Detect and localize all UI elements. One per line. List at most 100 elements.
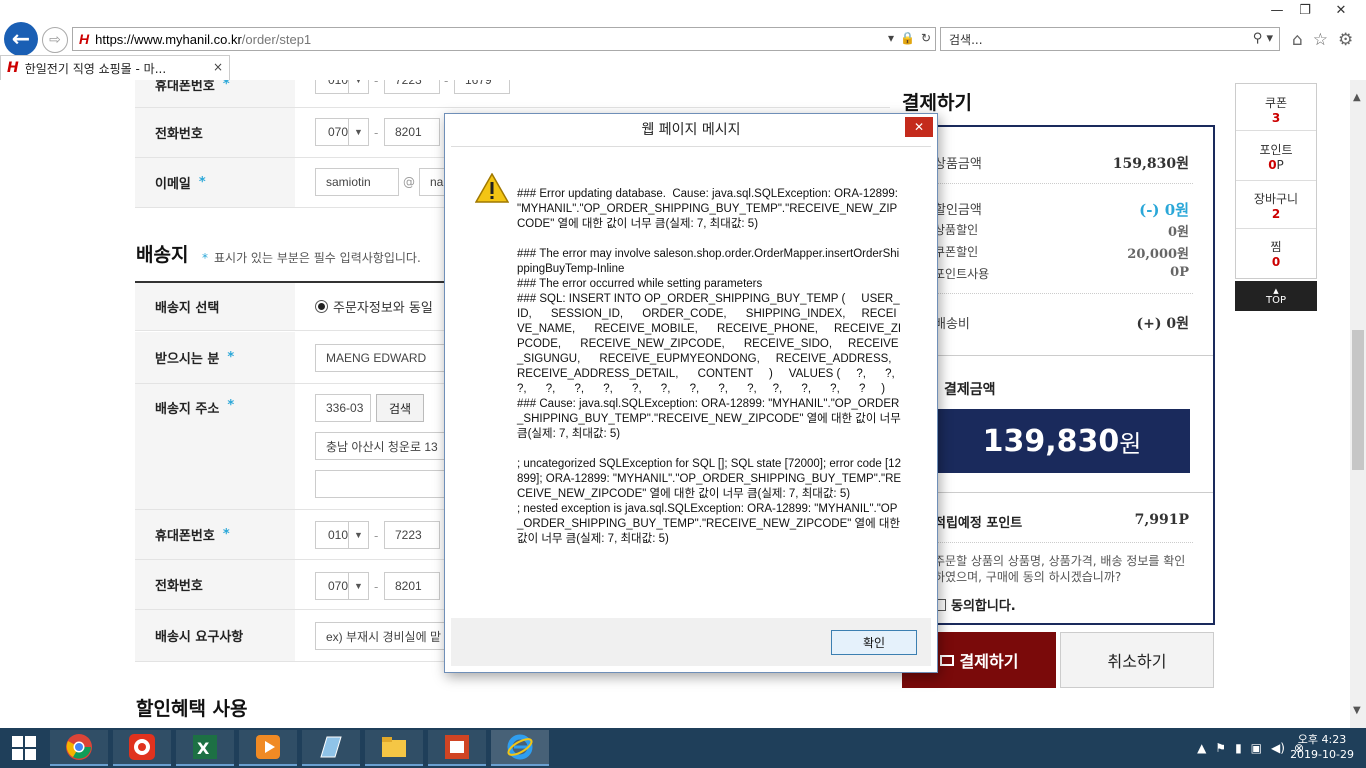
quick-menu: 쿠폰 3 포인트 0P 장바구니 2 찜0 bbox=[1235, 83, 1317, 279]
start-button[interactable] bbox=[0, 728, 48, 768]
windows-logo-icon bbox=[12, 736, 36, 760]
zipcode-search-button[interactable]: 검색 bbox=[376, 394, 424, 422]
same-as-orderer-radio[interactable]: 주문자정보와 동일 bbox=[315, 297, 433, 316]
quick-coupon[interactable]: 쿠폰 3 bbox=[1236, 94, 1316, 125]
email-id-input[interactable]: samiotin bbox=[315, 168, 399, 196]
shipping-phone-prefix-select[interactable]: 070 ▼ bbox=[315, 572, 369, 600]
up-arrow-icon: ▲ bbox=[1273, 286, 1279, 295]
taskbar-excel-icon[interactable]: X bbox=[176, 730, 234, 766]
field-label: 휴대폰번호 * bbox=[135, 80, 295, 107]
system-tray: ▲ ⚑ ▮ ▣ ◀) ⊗ bbox=[1197, 728, 1304, 768]
tab-favicon-icon: H bbox=[7, 60, 19, 76]
url-host: https://www.myhanil.co.kr bbox=[95, 31, 242, 47]
taskbar-messenger-icon[interactable] bbox=[113, 730, 171, 766]
product-discount-label: 상품할인 bbox=[934, 223, 979, 237]
toolbar-icons: ⌂ ☆ ⚙ bbox=[1292, 30, 1353, 50]
quick-cart[interactable]: 장바구니 2 bbox=[1236, 190, 1316, 221]
total-amount-box: 139,830 원 bbox=[934, 409, 1190, 473]
window-close-button[interactable]: ✕ bbox=[1318, 0, 1364, 20]
taskbar-ie-icon[interactable] bbox=[491, 730, 549, 766]
taskbar-media-player-icon[interactable] bbox=[239, 730, 297, 766]
taskbar-file-explorer-icon[interactable] bbox=[365, 730, 423, 766]
orderer-mobile-row: 휴대폰번호 * bbox=[135, 80, 890, 108]
refresh-icon[interactable]: ↻ bbox=[921, 31, 931, 45]
search-input[interactable]: 검색... bbox=[949, 31, 983, 48]
clock-time: 오후 4:23 bbox=[1297, 733, 1347, 746]
orderer-mobile-prefix-select[interactable]: 010 ▼ bbox=[315, 80, 369, 94]
home-icon[interactable]: ⌂ bbox=[1292, 30, 1303, 50]
taskbar-clock[interactable]: 오후 4:23 2019-10-29 bbox=[1290, 732, 1354, 762]
dialog-body: ### Error updating database. Cause: java… bbox=[451, 146, 931, 616]
tray-volume-icon[interactable]: ◀) bbox=[1271, 741, 1285, 755]
address1-input[interactable]: 충남 아산시 청운로 13 bbox=[315, 432, 455, 460]
field-label: 휴대폰번호 * bbox=[135, 510, 295, 559]
search-icon[interactable]: ⚲ ▾ bbox=[1253, 31, 1273, 46]
taskbar-powerpoint-icon[interactable] bbox=[428, 730, 486, 766]
error-dialog: 웹 페이지 메시지 ✕ ### Error updating database.… bbox=[444, 113, 938, 673]
field-label: 배송지 주소 * bbox=[135, 384, 295, 509]
zipcode-input[interactable]: 336-03 bbox=[315, 394, 371, 422]
shipping-phone-middle-input[interactable]: 8201 bbox=[384, 572, 440, 600]
tab-close-icon[interactable]: × bbox=[213, 60, 223, 74]
dialog-close-button[interactable]: ✕ bbox=[905, 117, 933, 137]
orderer-phone-middle-input[interactable]: 8201 bbox=[384, 118, 440, 146]
product-amount: 159,830원 bbox=[1112, 156, 1189, 172]
orderer-mobile-last-input[interactable]: 1679 bbox=[454, 80, 510, 94]
request-input[interactable]: ex) 부재시 경비실에 맡 bbox=[315, 622, 455, 650]
ok-button[interactable]: 확인 bbox=[831, 630, 917, 655]
earn-points-label: 적립예정 포인트 bbox=[934, 516, 1023, 531]
tray-expand-icon[interactable]: ▲ bbox=[1197, 741, 1206, 755]
window-restore-button[interactable]: ❐ bbox=[1292, 0, 1318, 20]
total-amount: 139,830 bbox=[982, 423, 1120, 459]
back-arrow-icon: ← bbox=[11, 26, 31, 52]
page-scrollbar[interactable]: ▲ ▼ bbox=[1350, 80, 1366, 728]
address2-input[interactable] bbox=[315, 470, 455, 498]
discount-amount: (-) 0원 bbox=[1139, 201, 1189, 219]
field-label: 전화번호 bbox=[135, 560, 295, 609]
tray-network-icon[interactable]: ▣ bbox=[1251, 741, 1262, 755]
forward-button[interactable]: ⇨ bbox=[42, 27, 68, 53]
shipping-fee: (+) 0원 bbox=[1136, 316, 1189, 332]
chevron-down-icon: ▼ bbox=[348, 80, 368, 93]
taskbar: X ▲ ⚑ ▮ ▣ ◀) ⊗ 오후 4:23 2019-10-29 bbox=[0, 728, 1366, 768]
dialog-footer: 확인 bbox=[451, 618, 931, 666]
tray-flag-icon[interactable]: ⚑ bbox=[1215, 741, 1226, 755]
point-use-label: 포인트사용 bbox=[934, 267, 990, 281]
receiver-name-input[interactable]: MAENG EDWARD bbox=[315, 344, 455, 372]
chevron-down-icon: ▼ bbox=[348, 573, 368, 599]
product-amount-label: 상품금액 bbox=[934, 157, 982, 172]
window-minimize-button[interactable]: — bbox=[1262, 0, 1292, 20]
dialog-message: ### Error updating database. Cause: java… bbox=[517, 188, 902, 545]
orderer-mobile-middle-input[interactable]: 7223 bbox=[384, 80, 440, 94]
tray-battery-icon[interactable]: ▮ bbox=[1235, 741, 1242, 755]
browser-tab[interactable]: H 한일전기 직영 쇼핑몰 - 마... × bbox=[0, 55, 230, 80]
quick-wishlist[interactable]: 찜0 bbox=[1236, 238, 1316, 269]
radio-selected-icon bbox=[315, 300, 328, 313]
scroll-down-icon: ▼ bbox=[1353, 705, 1361, 716]
summary-box: 상품금액 159,830원 할인금액 (-) 0원 상품할인 0원 쿠폰할인 20,00… bbox=[902, 125, 1215, 625]
taskbar-chrome-icon[interactable] bbox=[50, 730, 108, 766]
chevron-down-icon: ▼ bbox=[348, 522, 368, 548]
cancel-button[interactable]: 취소하기 bbox=[1060, 632, 1214, 688]
agree-checkbox[interactable]: 동의합니다. bbox=[934, 595, 1016, 614]
lock-icon[interactable]: 🔒 bbox=[900, 31, 915, 45]
field-label: 배송지 선택 bbox=[135, 283, 295, 330]
favorites-star-icon[interactable]: ☆ bbox=[1313, 30, 1328, 50]
address-dropdown-icon[interactable]: ▾ bbox=[888, 31, 894, 45]
scrollbar-thumb[interactable] bbox=[1352, 330, 1364, 470]
back-button[interactable]: ← bbox=[4, 22, 38, 56]
scroll-top-button[interactable]: ▲ TOP bbox=[1235, 281, 1317, 311]
scroll-up-icon: ▲ bbox=[1353, 92, 1361, 103]
point-use: 0P bbox=[1170, 265, 1189, 280]
quick-point[interactable]: 포인트 0P bbox=[1236, 141, 1316, 172]
taskbar-notes-icon[interactable] bbox=[302, 730, 360, 766]
shipping-mobile-middle-input[interactable]: 7223 bbox=[384, 521, 440, 549]
search-box[interactable]: 검색... ⚲ ▾ bbox=[940, 27, 1280, 51]
address-bar[interactable]: H https://www.myhanil.co.kr/order/step1 … bbox=[72, 27, 936, 51]
tab-title: 한일전기 직영 쇼핑몰 - 마... bbox=[24, 61, 167, 76]
settings-gear-icon[interactable]: ⚙ bbox=[1338, 30, 1353, 50]
shipping-mobile-prefix-select[interactable]: 010 ▼ bbox=[315, 521, 369, 549]
orderer-phone-prefix-select[interactable]: 070 ▼ bbox=[315, 118, 369, 146]
browser-chrome: ← ⇨ H https://www.myhanil.co.kr/order/st… bbox=[0, 0, 1366, 80]
total-label: 결제금액 bbox=[944, 382, 996, 398]
